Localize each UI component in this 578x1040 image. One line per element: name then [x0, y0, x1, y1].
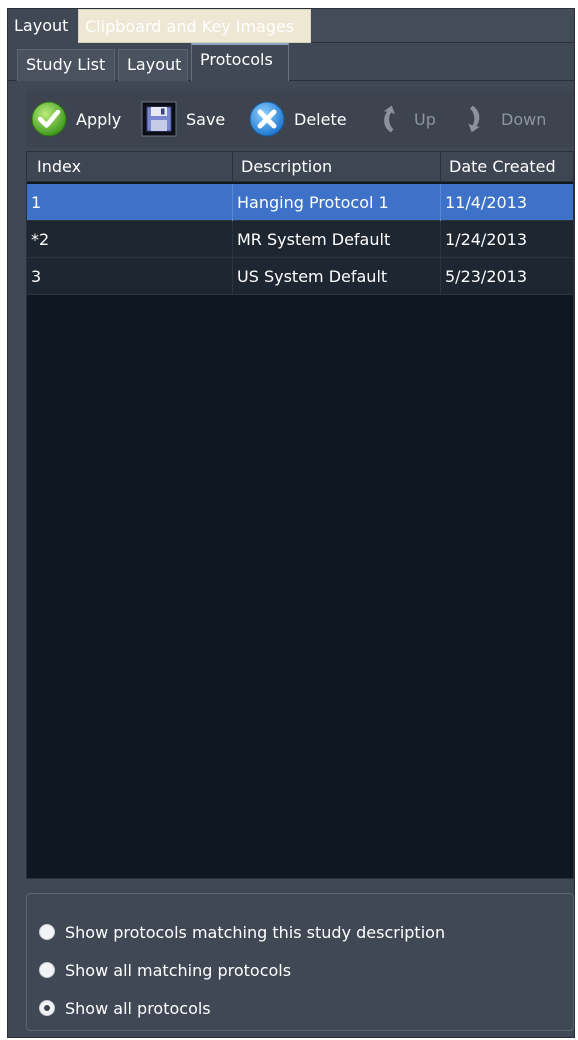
checkmark-icon	[31, 101, 67, 137]
panel-frame: Layout Clipboard and Key Images Study Li…	[7, 8, 575, 1038]
arrow-down-icon	[468, 105, 480, 133]
table-row[interactable]: 1 Hanging Protocol 1 11/4/2013	[27, 184, 573, 221]
tab-protocols[interactable]: Protocols	[191, 43, 289, 81]
move-down-button[interactable]: Down	[463, 99, 546, 139]
column-header-description[interactable]: Description	[233, 152, 441, 182]
protocol-filter-options: Show protocols matching this study descr…	[26, 893, 574, 1031]
protocols-table: Index Description Date Created 1 Hanging…	[26, 151, 574, 879]
delete-button[interactable]: Delete	[248, 99, 347, 139]
sub-tab-bar: Study List Layout Protocols	[8, 43, 574, 81]
radio-button[interactable]	[39, 924, 55, 940]
save-button[interactable]: Save	[140, 99, 225, 139]
cell-date-created: 11/4/2013	[445, 193, 528, 212]
protocol-toolbar: Apply Save Delete Up Down	[26, 91, 574, 147]
up-label: Up	[414, 109, 436, 129]
apply-label: Apply	[76, 109, 122, 129]
radio-show-all-protocols[interactable]: Show all protocols	[39, 994, 211, 1022]
delete-label: Delete	[294, 109, 347, 129]
radio-show-all-matching[interactable]: Show all matching protocols	[39, 956, 291, 984]
tab-sub-layout[interactable]: Layout	[118, 49, 188, 81]
radio-show-matching-description[interactable]: Show protocols matching this study descr…	[39, 918, 445, 946]
cell-index: 1	[27, 184, 233, 221]
cell-index: 3	[27, 258, 233, 295]
down-label: Down	[501, 109, 547, 129]
table-row[interactable]: *2 MR System Default 1/24/2013	[27, 221, 573, 258]
radio-button[interactable]	[39, 962, 55, 978]
delete-x-icon	[249, 101, 285, 137]
arrow-up-icon	[383, 105, 395, 133]
tab-layout[interactable]: Layout	[8, 9, 78, 43]
radio-button-checked[interactable]	[39, 1000, 55, 1016]
cell-description: US System Default	[233, 258, 441, 295]
column-header-index[interactable]: Index	[27, 152, 233, 182]
table-header: Index Description Date Created	[27, 152, 573, 182]
cell-description: MR System Default	[233, 221, 441, 258]
cell-index: *2	[27, 221, 233, 258]
cell-date-created: 5/23/2013	[445, 267, 528, 286]
tab-study-list[interactable]: Study List	[17, 49, 115, 81]
save-label: Save	[186, 109, 226, 129]
floppy-disk-icon	[141, 101, 177, 137]
apply-button[interactable]: Apply	[30, 99, 121, 139]
cell-description: Hanging Protocol 1	[233, 184, 441, 221]
top-tab-bar: Layout Clipboard and Key Images	[8, 9, 574, 43]
radio-label: Show protocols matching this study descr…	[65, 922, 446, 942]
table-row[interactable]: 3 US System Default 5/23/2013	[27, 258, 573, 295]
protocols-window: Layout Clipboard and Key Images Study Li…	[0, 0, 578, 1040]
column-header-date-created[interactable]: Date Created	[441, 152, 575, 182]
cell-date-created: 1/24/2013	[445, 230, 528, 249]
move-up-button[interactable]: Up	[376, 99, 436, 139]
radio-label: Show all matching protocols	[65, 960, 292, 980]
radio-label: Show all protocols	[65, 998, 211, 1018]
tab-clipboard-key-images[interactable]: Clipboard and Key Images	[78, 9, 311, 43]
